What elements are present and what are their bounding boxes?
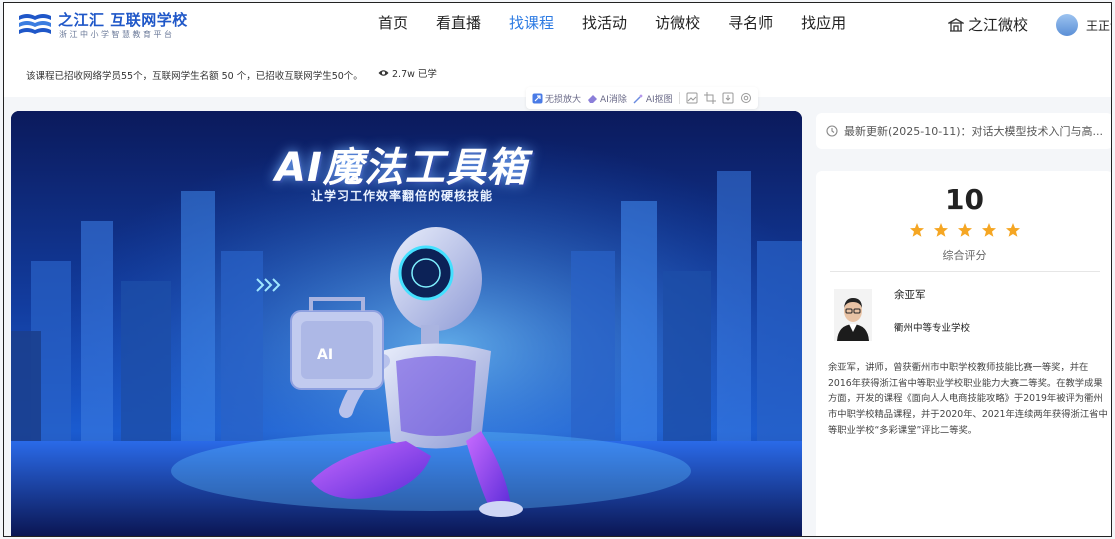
star-icon [981,223,996,237]
ai-cutout-button[interactable]: AI抠图 [633,92,673,105]
toolbar-divider [678,92,680,104]
logo-title: 之江汇 互联网学校 [58,11,188,29]
teacher-bio: 余亚军，讲师，曾获衢州市中职学校教师技能比赛一等奖，并在2016年获得浙江省中等… [828,362,1108,436]
user-menu[interactable]: 王正请 [1056,11,1111,39]
micro-school-label: 之江微校 [968,16,1029,34]
ai-erase-label: AI消除 [600,94,627,105]
teacher-photo[interactable] [834,289,872,341]
view-count: 2.7w 已学 [378,66,437,80]
teacher-name[interactable]: 余亚军 [894,287,926,302]
settings-icon [740,93,751,103]
star-icon [933,223,948,237]
user-name: 王正请 [1086,18,1111,33]
course-video-player[interactable]: AI AI魔法工具箱 让学习工作效率翻倍的硬核技能 [11,111,802,536]
rating-label: 综合评分 [942,249,987,262]
nav-courses[interactable]: 找课程 [495,3,568,47]
image-tool-button[interactable] [686,92,698,104]
main-nav: 首页 看直播 找课程 找活动 访微校 寻名师 找应用 [364,3,860,47]
ai-cutout-label: AI抠图 [645,94,673,105]
site-logo[interactable]: 之江汇 互联网学校 浙江中小学智慧教育平台 [18,9,208,41]
image-tool-icon [686,92,698,104]
latest-update-card[interactable]: 最新更新(2025-10-11)：对话大模型技术入门与高... [816,113,1111,149]
magic-wand-icon [633,93,643,104]
rating-score: 10 [945,183,984,216]
top-header: 之江汇 互联网学校 浙江中小学智慧教育平台 首页 看直播 找课程 找活动 访微校… [4,3,1111,47]
upscale-label: 无损放大 [545,94,582,105]
nav-live[interactable]: 看直播 [422,3,495,47]
download-icon [722,92,734,104]
toolbox-label: AI [317,347,333,363]
eraser-icon [588,94,598,103]
page-frame: 之江汇 互联网学校 浙江中小学智慧教育平台 首页 看直播 找课程 找活动 访微校… [3,2,1112,537]
poster-subtitle: 让学习工作效率翻倍的硬核技能 [311,189,494,203]
teacher-portrait [834,289,872,341]
logo-mark-icon [19,14,51,34]
latest-update-text: 最新更新(2025-10-11)：对话大模型技术入门与高... [844,125,1103,138]
micro-school-link[interactable]: 之江微校 [948,3,1028,47]
view-count-text: 2.7w 已学 [392,69,437,80]
star-icon [909,223,924,237]
nav-micro-school[interactable]: 访微校 [641,3,714,47]
nav-home[interactable]: 首页 [364,3,422,47]
crop-button[interactable] [703,92,716,104]
star-icon [1005,223,1020,237]
crop-icon [703,92,716,104]
eye-icon [378,70,389,76]
section-divider [830,271,1100,272]
user-avatar [1056,14,1078,36]
download-button[interactable] [722,92,734,104]
nav-teachers[interactable]: 寻名师 [714,3,787,47]
school-building-icon [948,18,964,32]
teacher-school: 衢州中等专业学校 [894,323,971,334]
nav-apps[interactable]: 找应用 [787,3,860,47]
lossless-upscale-button[interactable]: 无损放大 [532,92,581,105]
ai-erase-button[interactable]: AI消除 [587,92,627,105]
enrollment-text: 该课程已招收网络学员55个，互联网学生名额 50 个，已招收互联网学生50个。 [26,71,363,82]
image-toolbar: 无损放大 AI消除 AI抠图 [526,87,758,109]
rating-stars [816,222,1111,238]
nav-activities[interactable]: 找活动 [568,3,641,47]
clock-icon [826,125,838,137]
course-side-card: 10 综合评分 余亚军 衢州中等专业学校 余亚军，讲师，曾获衢州市中职学校教师技… [816,171,1111,536]
upscale-icon [532,93,543,103]
star-icon [957,223,972,237]
poster-title: AI魔法工具箱 [275,145,528,191]
settings-button[interactable] [740,92,752,104]
logo-subtitle: 浙江中小学智慧教育平台 [59,30,175,39]
